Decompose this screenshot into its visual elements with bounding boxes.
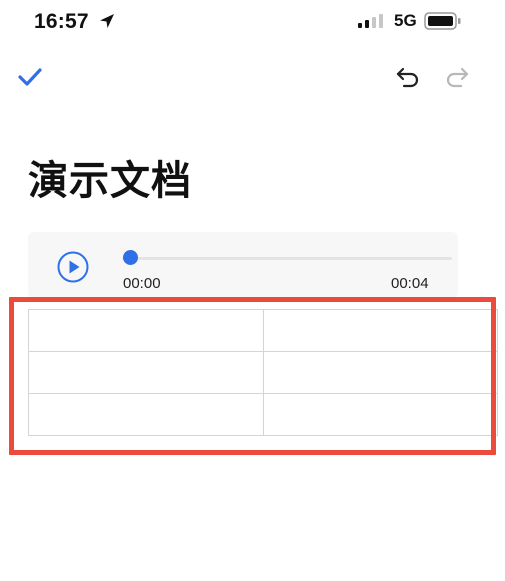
network-type: 5G bbox=[394, 11, 417, 30]
location-arrow-icon bbox=[100, 14, 114, 28]
battery-icon bbox=[424, 12, 461, 30]
play-icon[interactable] bbox=[57, 251, 89, 283]
audio-progress-handle[interactable] bbox=[123, 250, 138, 265]
checkmark-icon[interactable] bbox=[17, 66, 43, 88]
highlight-frame bbox=[9, 297, 496, 455]
signal-bars-icon bbox=[358, 14, 383, 28]
audio-duration: 00:04 bbox=[391, 275, 429, 292]
audio-current-time: 00:00 bbox=[123, 275, 161, 292]
undo-icon[interactable] bbox=[395, 66, 421, 88]
redo-icon[interactable] bbox=[446, 66, 470, 88]
document-title[interactable]: 演示文档 bbox=[28, 148, 192, 206]
audio-progress-track[interactable] bbox=[122, 257, 452, 260]
status-time: 16:57 bbox=[34, 10, 89, 33]
